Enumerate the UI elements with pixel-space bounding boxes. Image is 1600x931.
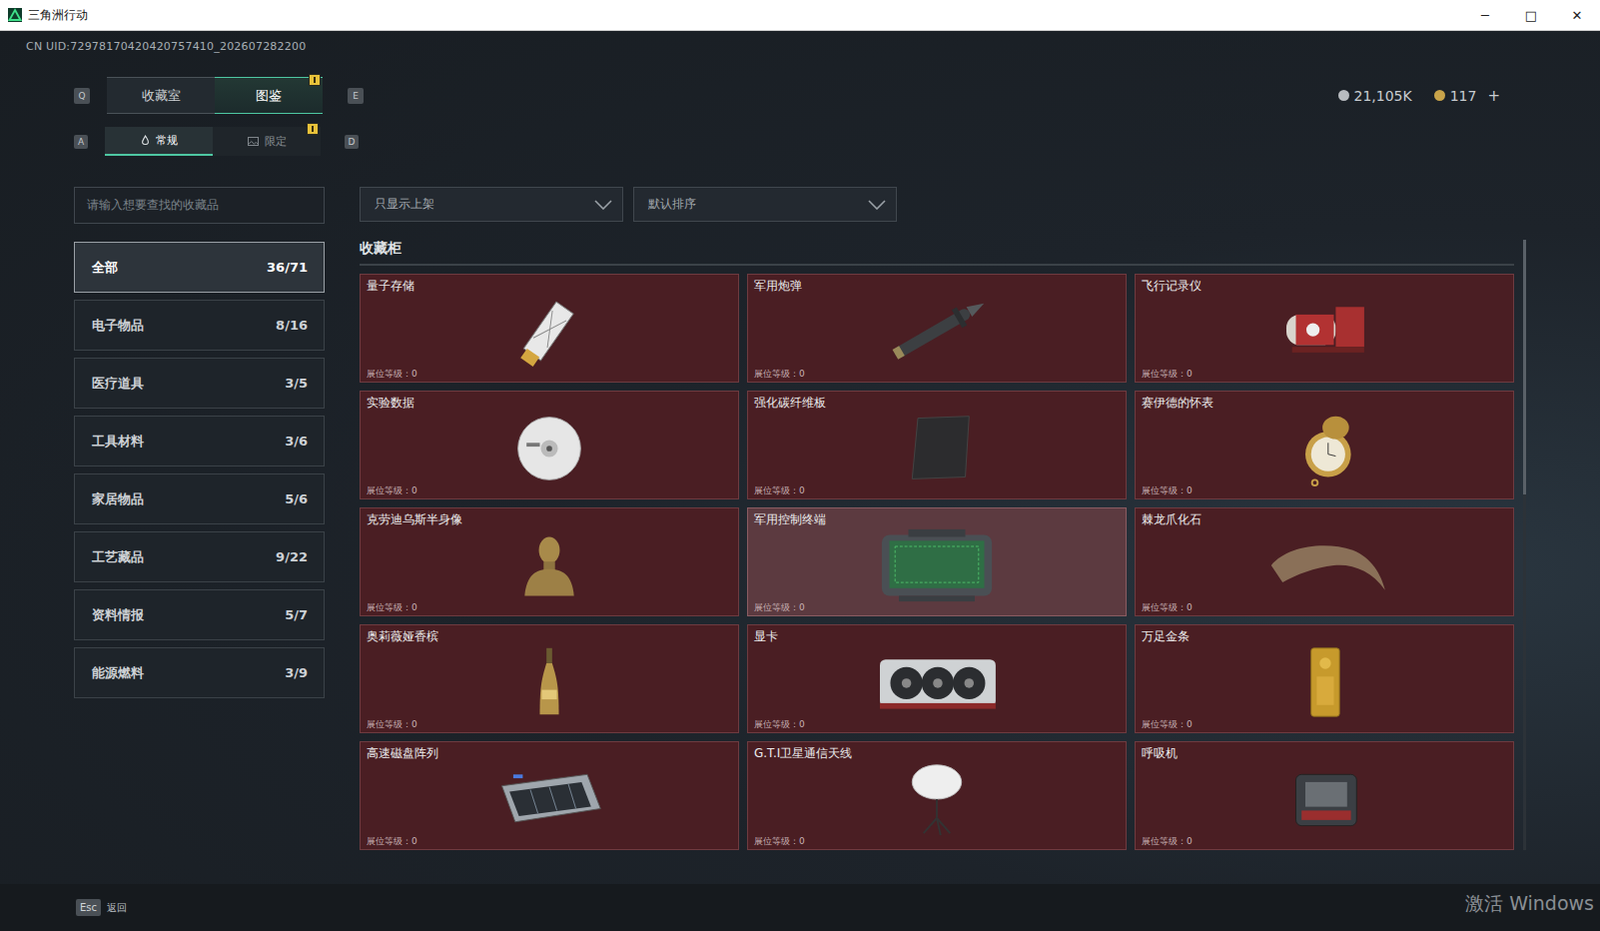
sidebar-item[interactable]: 全部36/71 bbox=[73, 241, 325, 293]
ventilator-icon bbox=[1254, 761, 1395, 837]
bottle-icon bbox=[479, 644, 620, 721]
key-hint: E bbox=[347, 87, 364, 104]
gpu-icon bbox=[866, 644, 1007, 721]
filter-dropdown[interactable]: 默认排序 bbox=[633, 186, 897, 222]
raid-icon bbox=[479, 761, 620, 837]
search-field[interactable]: 请输入想要查找的收藏品 bbox=[73, 186, 325, 224]
collection-card[interactable]: 高速磁盘阵列 展位等级：0 bbox=[359, 741, 740, 850]
window-control[interactable]: ─ bbox=[1462, 0, 1509, 30]
collection-grid: 量子存储 展位等级：0军用炮弹 展位等级：0飞行记录仪 展位等级：0 实验数据 展… bbox=[359, 273, 1515, 850]
collection-card[interactable]: 棘龙爪化石 展位等级：0 bbox=[1134, 507, 1515, 617]
sub-tab[interactable]: 限定 bbox=[212, 126, 321, 156]
image-icon bbox=[247, 136, 259, 146]
category-sidebar: 请输入想要查找的收藏品 全部36/71 电子物品8/16 医疗道具3/5 工具材料3/… bbox=[73, 186, 325, 850]
flame-icon bbox=[140, 134, 150, 146]
collection-card[interactable]: 军用控制终端 展位等级：0 bbox=[747, 507, 1127, 617]
sidebar-item[interactable]: 工艺藏品9/22 bbox=[73, 531, 325, 583]
notice-badge bbox=[306, 122, 319, 135]
sub-tab[interactable]: 常规 bbox=[104, 126, 213, 156]
back-button[interactable]: 返回 bbox=[106, 900, 127, 915]
window-control[interactable]: □ bbox=[1508, 0, 1555, 30]
sidebar-item[interactable]: 医疗道具3/5 bbox=[73, 357, 325, 409]
collection-card[interactable]: 克劳迪乌斯半身像 展位等级：0 bbox=[359, 507, 740, 617]
main-tab[interactable]: 图鉴 bbox=[214, 76, 323, 114]
terminal-icon bbox=[866, 527, 1007, 604]
sidebar-item[interactable]: 能源燃料3/9 bbox=[73, 647, 325, 699]
currency-amount: 117 + bbox=[1434, 86, 1501, 105]
game-screen: CN UID:72978170420420757410_202607282200… bbox=[0, 30, 1600, 931]
recorder-icon bbox=[1254, 293, 1395, 370]
coin-icon bbox=[1338, 89, 1350, 101]
filter-dropdown[interactable]: 只显示上架 bbox=[359, 186, 624, 222]
notice-badge bbox=[308, 73, 321, 86]
collection-card[interactable]: 强化碳纤维板 展位等级：0 bbox=[747, 390, 1127, 500]
collection-card[interactable]: 赛伊德的怀表 展位等级：0 bbox=[1134, 390, 1515, 500]
activation-watermark: 激活 Windows bbox=[1465, 890, 1595, 917]
window-control[interactable]: ✕ bbox=[1554, 0, 1600, 30]
main-tab[interactable]: 收藏室 bbox=[106, 76, 215, 114]
key-hint: D bbox=[344, 134, 359, 149]
coin-icon bbox=[1434, 89, 1446, 101]
collection-card[interactable]: 实验数据 展位等级：0 bbox=[359, 390, 740, 500]
collection-card[interactable]: 军用炮弹 展位等级：0 bbox=[747, 273, 1127, 383]
collection-card[interactable]: 飞行记录仪 展位等级：0 bbox=[1134, 273, 1515, 383]
disc-icon bbox=[479, 410, 620, 487]
sidebar-item[interactable]: 电子物品8/16 bbox=[73, 299, 325, 351]
triangle-logo-icon bbox=[7, 7, 22, 22]
currency-amount: 21,105K bbox=[1338, 87, 1413, 104]
usb-icon bbox=[479, 293, 620, 370]
footer-bar: Esc 返回 bbox=[0, 883, 1600, 931]
collection-card[interactable]: 显卡 展位等级：0 bbox=[747, 624, 1127, 734]
gold-icon bbox=[1254, 644, 1395, 721]
key-hint: A bbox=[73, 134, 88, 149]
bust-icon bbox=[479, 527, 620, 604]
scrollbar[interactable] bbox=[1523, 239, 1527, 850]
uid-text: CN UID:72978170420420757410_202607282200 bbox=[25, 39, 306, 53]
chevron-down-icon bbox=[867, 199, 886, 210]
claw-icon bbox=[1254, 527, 1395, 604]
add-button[interactable]: + bbox=[1487, 86, 1501, 105]
watch-icon bbox=[1254, 410, 1395, 487]
title-bar: 三角洲行动 ─□✕ bbox=[0, 0, 1600, 31]
esc-key[interactable]: Esc bbox=[75, 898, 101, 916]
sidebar-item[interactable]: 家居物品5/6 bbox=[73, 473, 325, 525]
sidebar-item[interactable]: 资料情报5/7 bbox=[73, 589, 325, 641]
shell-icon bbox=[866, 293, 1007, 370]
app-window: 三角洲行动 ─□✕ CN UID:72978170420420757410_20… bbox=[0, 0, 1600, 931]
key-hint: Q bbox=[73, 87, 90, 104]
sidebar-item[interactable]: 工具材料3/6 bbox=[73, 415, 325, 467]
collection-card[interactable]: 量子存储 展位等级：0 bbox=[359, 273, 740, 383]
collection-card[interactable]: 呼吸机 展位等级：0 bbox=[1134, 741, 1515, 850]
collection-card[interactable]: 奥莉薇娅香槟 展位等级：0 bbox=[359, 624, 740, 734]
dish-icon bbox=[866, 761, 1007, 837]
chevron-down-icon bbox=[594, 199, 613, 210]
window-title: 三角洲行动 bbox=[27, 6, 88, 24]
collection-card[interactable]: G.T.I卫星通信天线 展位等级：0 bbox=[747, 741, 1127, 850]
plate-icon bbox=[866, 410, 1007, 487]
collection-card[interactable]: 万足金条 展位等级：0 bbox=[1134, 624, 1515, 734]
section-title: 收藏柜 bbox=[359, 239, 1515, 266]
